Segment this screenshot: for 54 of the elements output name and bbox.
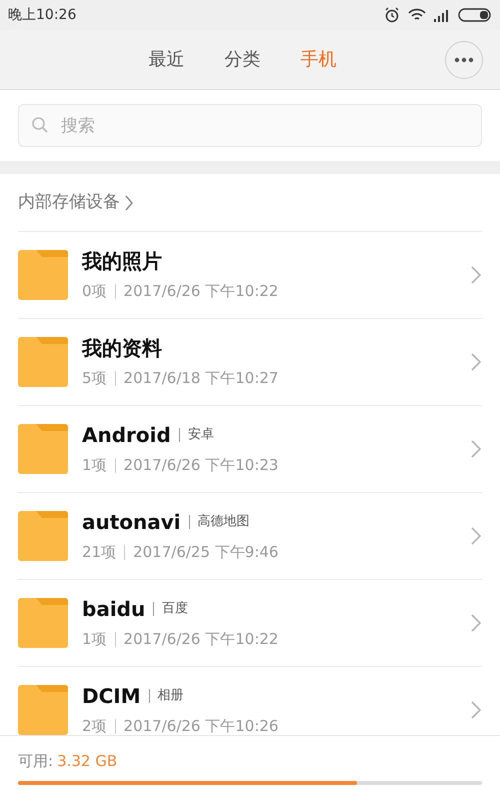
item-count: 21项 [82,542,116,563]
item-count: 2项 [82,716,107,735]
folder-name: Android [82,422,171,448]
modified-date: 2017/6/18 下午10:27 [114,370,278,386]
folder-name: baidu [82,596,146,622]
folder-alias: 高德地图 [188,514,250,529]
tab[interactable]: 最近 [148,46,184,73]
folder-icon [18,424,68,474]
chevron-right-icon [470,700,482,720]
item-count: 1项 [82,454,107,476]
battery-icon [458,8,492,22]
free-space-value: 3.32 GB [57,751,118,772]
storage-breadcrumb[interactable]: 内部存储设备 [18,174,482,232]
alarm-icon [384,7,400,23]
search-icon [31,116,49,134]
wifi-icon [408,8,426,22]
chevron-right-icon [124,194,134,212]
modified-date: 2017/6/26 下午10:23 [114,458,278,472]
folder-name: 我的照片 [82,248,162,274]
folder-row[interactable]: autonavi 高德地图 21项 2017/6/25 下午9:46 [18,493,482,580]
folder-row[interactable]: baidu 百度 1项 2017/6/26 下午10:22 [18,580,482,667]
folder-icon [18,511,68,561]
free-space-label: 可用: [18,751,54,772]
modified-date: 2017/6/26 下午10:26 [114,718,278,734]
item-count: 1项 [82,628,107,650]
folder-name: 我的资料 [82,334,162,361]
modified-date: 2017/6/26 下午10:22 [114,284,278,298]
tab[interactable]: 分类 [224,46,260,73]
item-count: 0项 [82,280,107,302]
folder-icon [18,598,68,648]
chevron-right-icon [470,265,482,285]
folder-name: DCIM [82,682,141,709]
chevron-right-icon [470,613,482,633]
chevron-right-icon [470,352,482,372]
folder-row[interactable]: Android 安卓 1项 2017/6/26 下午10:23 [18,406,482,493]
search-field[interactable]: 搜索 [18,104,482,147]
folder-icon [18,250,68,300]
folder-row[interactable]: 我的照片 0项 2017/6/26 下午10:22 [18,232,482,319]
chevron-right-icon [470,439,482,459]
folder-icon [18,685,68,735]
folder-alias: 百度 [153,602,188,616]
status-time: 晚上10:26 [8,6,76,24]
folder-name: autonavi [82,508,181,535]
folder-icon [18,337,68,387]
chevron-right-icon [470,526,482,546]
folder-row[interactable]: 我的资料 5项 2017/6/18 下午10:27 [18,319,482,406]
folder-alias: 安卓 [178,428,214,442]
modified-date: 2017/6/26 下午10:22 [114,632,278,646]
folder-alias: 相册 [148,688,184,703]
more-button[interactable] [445,40,483,78]
modified-date: 2017/6/25 下午9:46 [124,544,278,560]
signal-icon [434,8,450,22]
more-icon [454,56,474,62]
item-count: 5项 [82,368,107,389]
